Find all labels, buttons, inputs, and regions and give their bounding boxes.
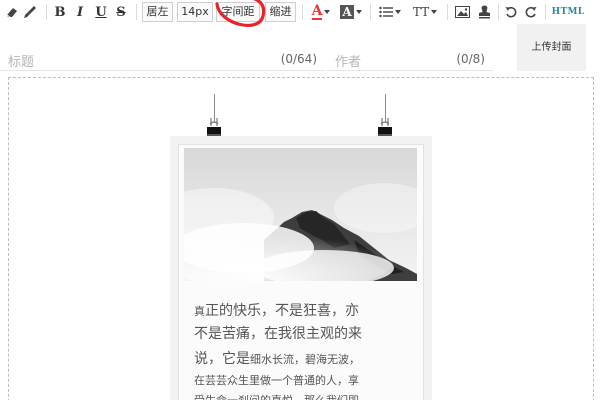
editor-toolbar: B I U S 居左 14px 字间距 缩进 A A TT HTML <box>0 0 600 24</box>
redo-button[interactable] <box>523 2 539 22</box>
chevron-down-icon <box>324 10 331 14</box>
align-left-button[interactable]: 居左 <box>142 2 173 22</box>
text-format-button[interactable]: TT <box>410 2 440 22</box>
stamp-button[interactable] <box>475 2 493 22</box>
title-field[interactable]: 标题 (0/64) <box>0 24 325 71</box>
italic-button[interactable]: I <box>72 2 88 22</box>
strikethrough-button[interactable]: S <box>113 2 129 22</box>
quote-text: 正的快乐，不是狂喜，亦 <box>205 303 359 319</box>
chevron-down-icon <box>395 10 401 14</box>
html-source-button[interactable]: HTML <box>552 2 584 22</box>
image-icon <box>454 6 470 18</box>
bold-button[interactable]: B <box>52 2 68 22</box>
toolbar-divider <box>302 4 303 20</box>
upload-cover-button[interactable]: 上传封面 <box>517 24 586 71</box>
quote-line: 受生命一刹间的喜悦，那么我们即 <box>194 391 412 400</box>
author-field[interactable]: 作者 (0/8) <box>327 24 493 71</box>
list-button[interactable] <box>376 2 404 22</box>
highlight-color-icon: A <box>340 5 354 19</box>
toolbar-divider <box>136 4 137 20</box>
chevron-down-icon <box>355 10 362 14</box>
background-color-button[interactable]: A <box>338 2 364 22</box>
title-char-counter: (0/64) <box>280 52 317 66</box>
list-icon <box>379 6 393 18</box>
toolbar-divider <box>545 4 546 20</box>
binder-clip-left-icon <box>207 118 221 136</box>
quote-text: 细水长流，碧海无波， <box>250 353 360 366</box>
redo-icon <box>525 6 537 18</box>
quote-text: 说，它是 <box>194 351 250 367</box>
article-body-text[interactable]: 真正的快乐，不是狂喜，亦 不是苦痛，在我很主观的来 说，它是细水长流，碧海无波，… <box>194 300 412 400</box>
toolbar-divider <box>498 4 499 20</box>
author-input-placeholder: 作者 <box>335 55 362 70</box>
insert-image-button[interactable] <box>453 2 471 22</box>
mountain-photo <box>184 148 417 281</box>
font-size-select[interactable]: 14px <box>177 2 213 22</box>
quote-line: 不是苦痛，在我很主观的来 <box>194 326 362 342</box>
author-char-counter: (0/8) <box>456 52 485 66</box>
quote-text: 真 <box>194 305 205 318</box>
text-color-icon: A <box>311 3 323 20</box>
title-input-placeholder: 标题 <box>8 55 35 70</box>
toolbar-divider <box>370 4 371 20</box>
quote-line: 说，它是细水长流，碧海无波， <box>194 346 412 371</box>
chevron-down-icon <box>431 10 438 14</box>
quote-line: 在芸芸众生里做一个普通的人，享 <box>194 374 359 387</box>
text-color-button[interactable]: A <box>308 2 334 22</box>
toolbar-divider <box>447 4 448 20</box>
format-brush-icon[interactable] <box>22 2 38 22</box>
binder-clip-right-icon <box>378 118 392 136</box>
undo-icon <box>505 6 517 18</box>
text-format-icon: TT <box>412 5 430 19</box>
toolbar-divider <box>46 4 47 20</box>
undo-button[interactable] <box>503 2 519 22</box>
quote-line: 真正的快乐，不是狂喜，亦 <box>194 300 412 323</box>
underline-button[interactable]: U <box>93 2 109 22</box>
eraser-icon[interactable] <box>4 2 20 22</box>
field-gap <box>493 24 517 71</box>
indent-button[interactable]: 缩进 <box>265 2 296 22</box>
stamp-icon <box>478 5 490 19</box>
right-strip <box>586 24 600 71</box>
